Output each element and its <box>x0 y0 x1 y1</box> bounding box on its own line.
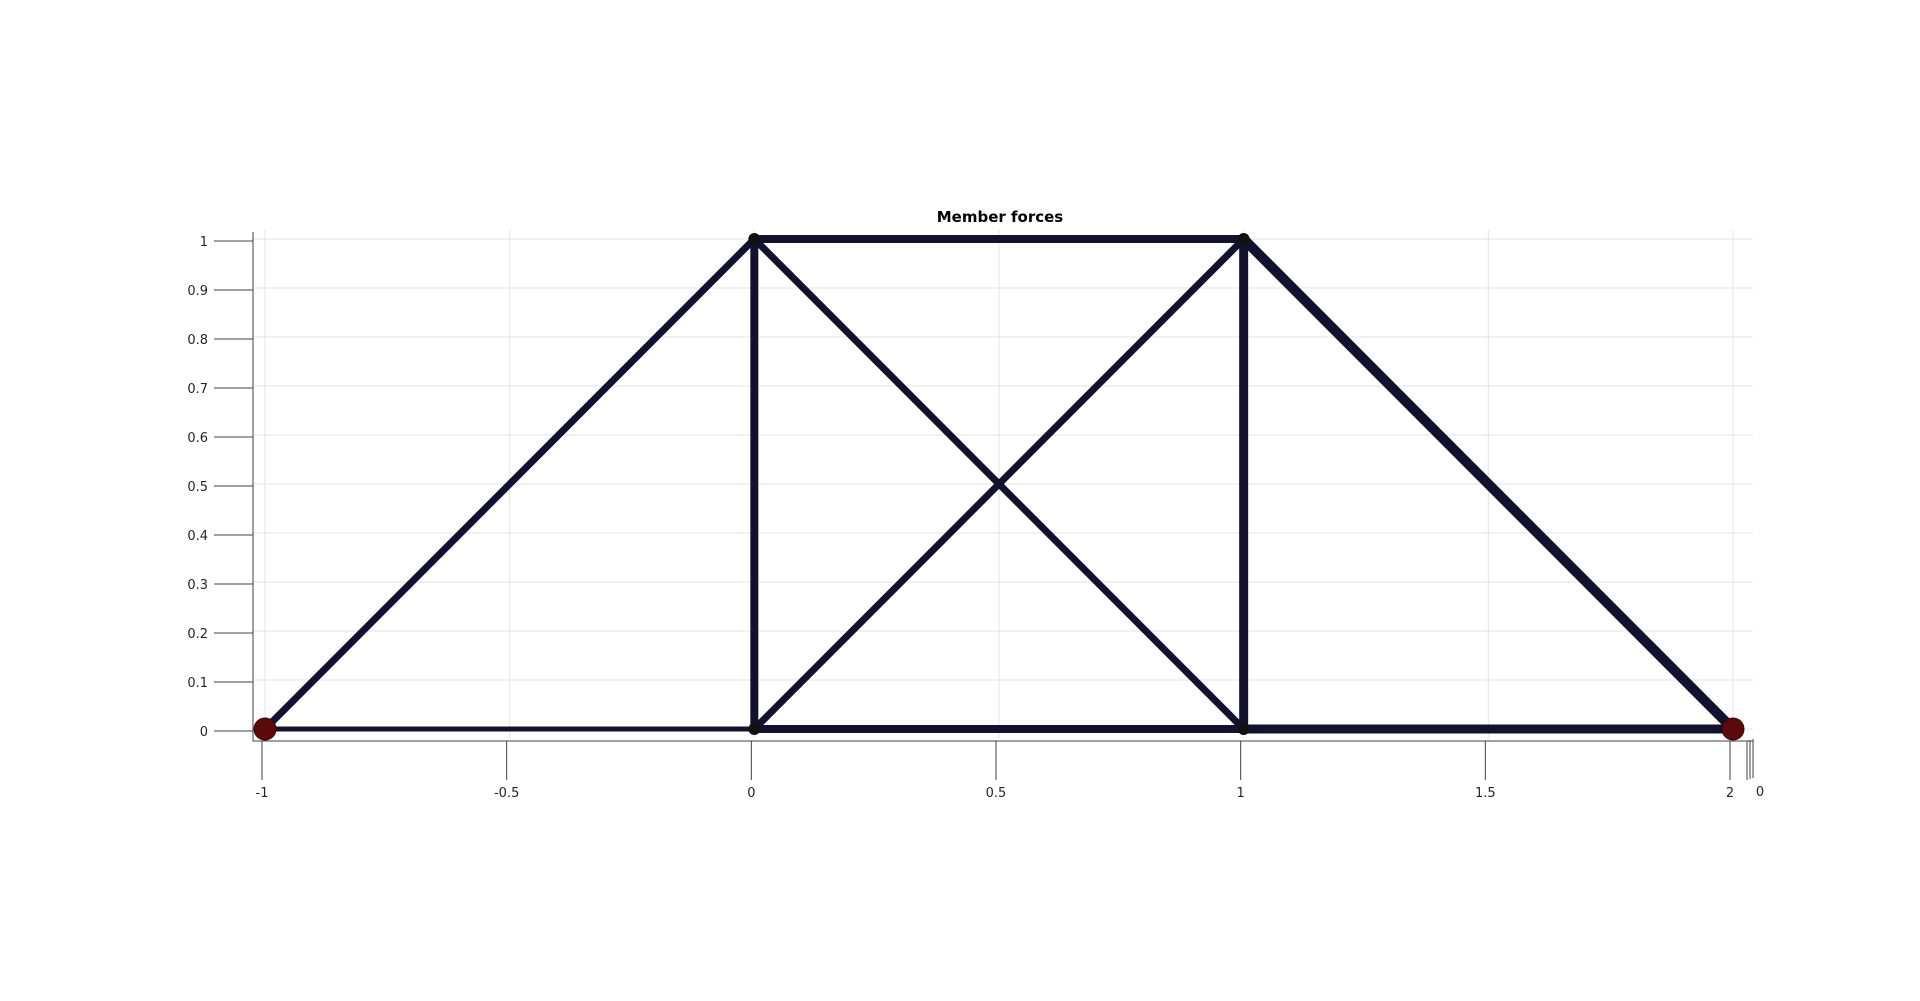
y-tick-label: 0.3 <box>187 578 208 593</box>
axes <box>252 232 1754 780</box>
x-tick-label: -1 <box>256 786 269 801</box>
y-tick-label: 0.6 <box>187 431 208 446</box>
support-node <box>1721 717 1745 741</box>
truss-figure: -1 -0.5 0 0.5 1 1.5 2 0 0.1 0.2 0.3 0.4 0.5 0.6 0.7 0.8… <box>187 208 1764 801</box>
truss-node <box>748 233 761 245</box>
x-tick-label: -0.5 <box>494 786 519 801</box>
truss-node <box>1237 723 1250 735</box>
y-tick-label: 0.1 <box>187 676 208 691</box>
y-tick-label: 0.4 <box>187 529 208 544</box>
y-tick-label: 1 <box>200 235 208 250</box>
z-tick-label: 0 <box>1756 785 1764 800</box>
chart-title: Member forces <box>937 208 1064 226</box>
y-tick-label: 0 <box>200 725 208 740</box>
truss-node <box>748 723 761 735</box>
x-tick-label: 0 <box>747 786 755 801</box>
z-axis-edge <box>1746 739 1754 780</box>
support-node <box>253 717 277 741</box>
y-tick-label: 0.8 <box>187 333 208 348</box>
x-tick-label: 1.5 <box>1475 786 1496 801</box>
y-tick-label: 0.7 <box>187 382 208 397</box>
y-tick-label: 0.5 <box>187 480 208 495</box>
y-tick-label: 0.2 <box>187 627 208 642</box>
x-tick-label: 1 <box>1237 786 1245 801</box>
y-tick-label: 0.9 <box>187 284 208 299</box>
x-tick-label: 0.5 <box>986 786 1007 801</box>
x-tick-label: 2 <box>1726 786 1734 801</box>
truss-node <box>1237 233 1250 245</box>
